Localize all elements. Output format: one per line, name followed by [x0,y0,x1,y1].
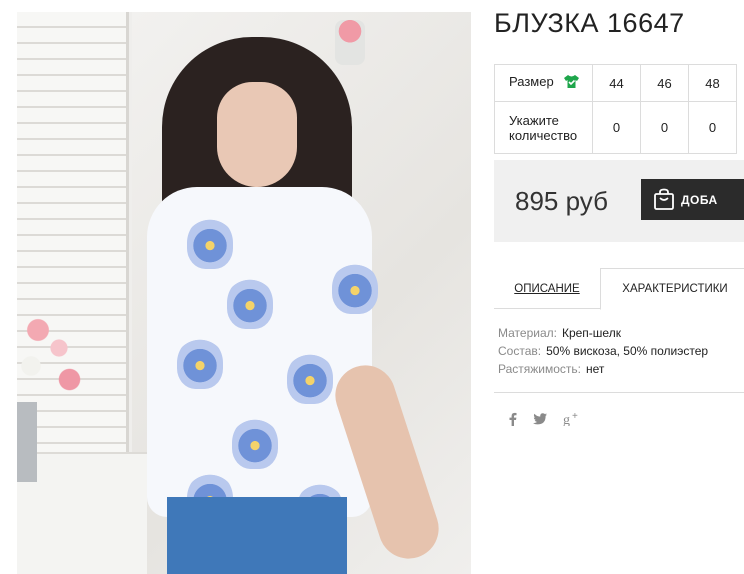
print-flower [187,217,233,269]
size-44: 44 [592,64,641,102]
quantity-row: Укажите количество 0 0 0 [494,101,737,154]
spec-composition: Состав: 50% вискоза, 50% полиэстер [498,342,708,360]
svg-text:g: g [563,413,570,426]
spec-value: Креп-шелк [561,326,621,340]
svg-text:+: + [572,412,578,422]
google-plus-icon[interactable]: g + [563,411,581,430]
tab-characteristics[interactable]: ХАРАКТЕРИСТИКИ [600,268,744,310]
tab-description[interactable]: ОПИСАНИЕ [494,268,600,309]
spec-stretch: Растяжимость: нет [498,360,708,378]
print-flower [287,352,333,404]
bucket [17,402,37,482]
print-flower [232,417,278,469]
social-share: g + [508,411,581,430]
spec-list: Материал: Креп-шелк Состав: 50% вискоза, 5… [498,324,708,378]
size-label: Размер [509,74,554,89]
size-label-cell: Размер [494,64,593,102]
size-46: 46 [640,64,689,102]
size-row: Размер 44 46 48 [494,64,737,102]
spec-value: нет [586,362,605,376]
quantity-48[interactable]: 0 [688,101,737,154]
quantity-label: Укажите количество [494,101,593,154]
print-flower [177,337,223,389]
add-to-cart-label: ДОБА [681,192,718,207]
spec-key: Состав: [498,344,542,358]
shopping-bag-icon [653,188,675,213]
size-chart-icon[interactable] [563,74,580,92]
spec-key: Растяжимость: [498,362,582,376]
spec-key: Материал: [498,326,557,340]
add-to-cart-button[interactable]: ДОБА [641,179,744,220]
print-flower [332,262,378,314]
price-box: 895 руб ДОБА [494,160,744,242]
spec-material: Материал: Креп-шелк [498,324,708,342]
quantity-46[interactable]: 0 [640,101,689,154]
flower-vase [335,20,365,65]
divider [494,392,744,393]
quantity-44[interactable]: 0 [592,101,641,154]
facebook-icon[interactable] [508,412,517,430]
twitter-icon[interactable] [533,413,547,429]
size-quantity-table: Размер 44 46 48 Укажите количество 0 0 0 [494,64,737,154]
size-48: 48 [688,64,737,102]
product-photo[interactable] [17,12,471,574]
print-flower [227,277,273,329]
tulips [17,312,87,402]
spec-value: 50% вискоза, 50% полиэстер [546,344,709,358]
jeans [167,497,347,574]
product-title: БЛУЗКА 16647 [494,8,685,38]
model-face [217,82,297,187]
product-tabs: ОПИСАНИЕ ХАРАКТЕРИСТИКИ [494,268,744,310]
price: 895 руб [515,186,608,216]
